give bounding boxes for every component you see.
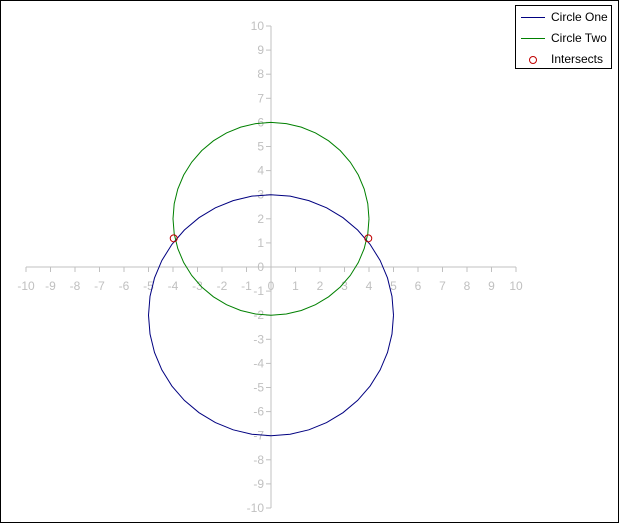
y-tick-label: 3: [257, 188, 264, 202]
legend-item-circle-one: Circle One: [516, 8, 611, 28]
y-tick-label: 5: [257, 140, 264, 154]
y-tick-label: -9: [253, 477, 264, 491]
intersect-point: [364, 234, 373, 243]
legend-label-circle-two: Circle Two: [551, 31, 607, 45]
legend-swatch-circle-one: [521, 17, 545, 18]
x-tick-label: 4: [366, 279, 373, 293]
y-tick-label: 9: [257, 43, 264, 57]
y-tick-label: 0: [257, 260, 264, 274]
legend-item-intersects: Intersects: [516, 50, 611, 70]
y-tick-label: 8: [257, 67, 264, 81]
x-tick-label: 8: [464, 279, 471, 293]
intersect-point: [169, 234, 178, 243]
y-tick-label: 1: [257, 236, 264, 250]
legend-label-intersects: Intersects: [551, 52, 604, 66]
chart-frame: -10 -9 -8 -7 -6 -5 -4 -3 -2 -1 0 1 2 3 4 5 6 7 8 9 10 10 9 8 7 6…: [0, 0, 619, 523]
x-tick-label: -7: [94, 279, 105, 293]
y-tick-label: 10: [251, 19, 265, 33]
y-tick-label: -8: [253, 453, 264, 467]
y-tick-label: 2: [257, 212, 264, 226]
x-tick-label: -10: [17, 279, 35, 293]
y-tick-label: 6: [257, 115, 264, 129]
x-tick-label: 5: [390, 279, 397, 293]
chart-legend: Circle One Circle Two Intersects: [515, 5, 612, 69]
y-tick-label: -3: [253, 332, 264, 346]
y-tick-label: -6: [253, 405, 264, 419]
x-tick-label: 7: [439, 279, 446, 293]
x-tick-label: -2: [217, 279, 228, 293]
chart-plot-area: -10 -9 -8 -7 -6 -5 -4 -3 -2 -1 0 1 2 3 4 5 6 7 8 9 10 109876…: [17, 19, 523, 515]
x-axis-ticks: [25, 267, 517, 272]
x-tick-label: 3: [341, 279, 348, 293]
legend-item-circle-two: Circle Two: [516, 29, 611, 49]
y-tick-label: -2: [253, 308, 264, 322]
y-tick-label: -10: [247, 501, 265, 515]
x-tick-label: -1: [241, 279, 252, 293]
legend-swatch-circle-two: [521, 38, 545, 39]
x-tick-label: 2: [317, 279, 324, 293]
x-tick-label: 10: [509, 279, 523, 293]
x-tick-label: 0: [268, 279, 275, 293]
y-tick-label: -5: [253, 381, 264, 395]
y-tick-label: 4: [257, 164, 264, 178]
legend-marker-intersects: [529, 56, 537, 64]
legend-label-circle-one: Circle One: [551, 10, 608, 24]
x-tick-label: -6: [119, 279, 130, 293]
x-tick-label: -9: [45, 279, 56, 293]
x-axis-tick-labels: -10 -9 -8 -7 -6 -5 -4 -3 -2 -1 0 1 2 3 4 5 6 7 8 9 10: [17, 279, 523, 293]
y-tick-label: -7: [253, 429, 264, 443]
x-tick-label: 9: [488, 279, 495, 293]
x-tick-label: -8: [70, 279, 81, 293]
x-tick-label: -4: [168, 279, 179, 293]
y-tick-label: 7: [257, 91, 264, 105]
x-tick-label: 1: [292, 279, 299, 293]
y-tick-label: -1: [253, 284, 264, 298]
x-tick-label: 6: [415, 279, 422, 293]
y-tick-label: -4: [253, 356, 264, 370]
